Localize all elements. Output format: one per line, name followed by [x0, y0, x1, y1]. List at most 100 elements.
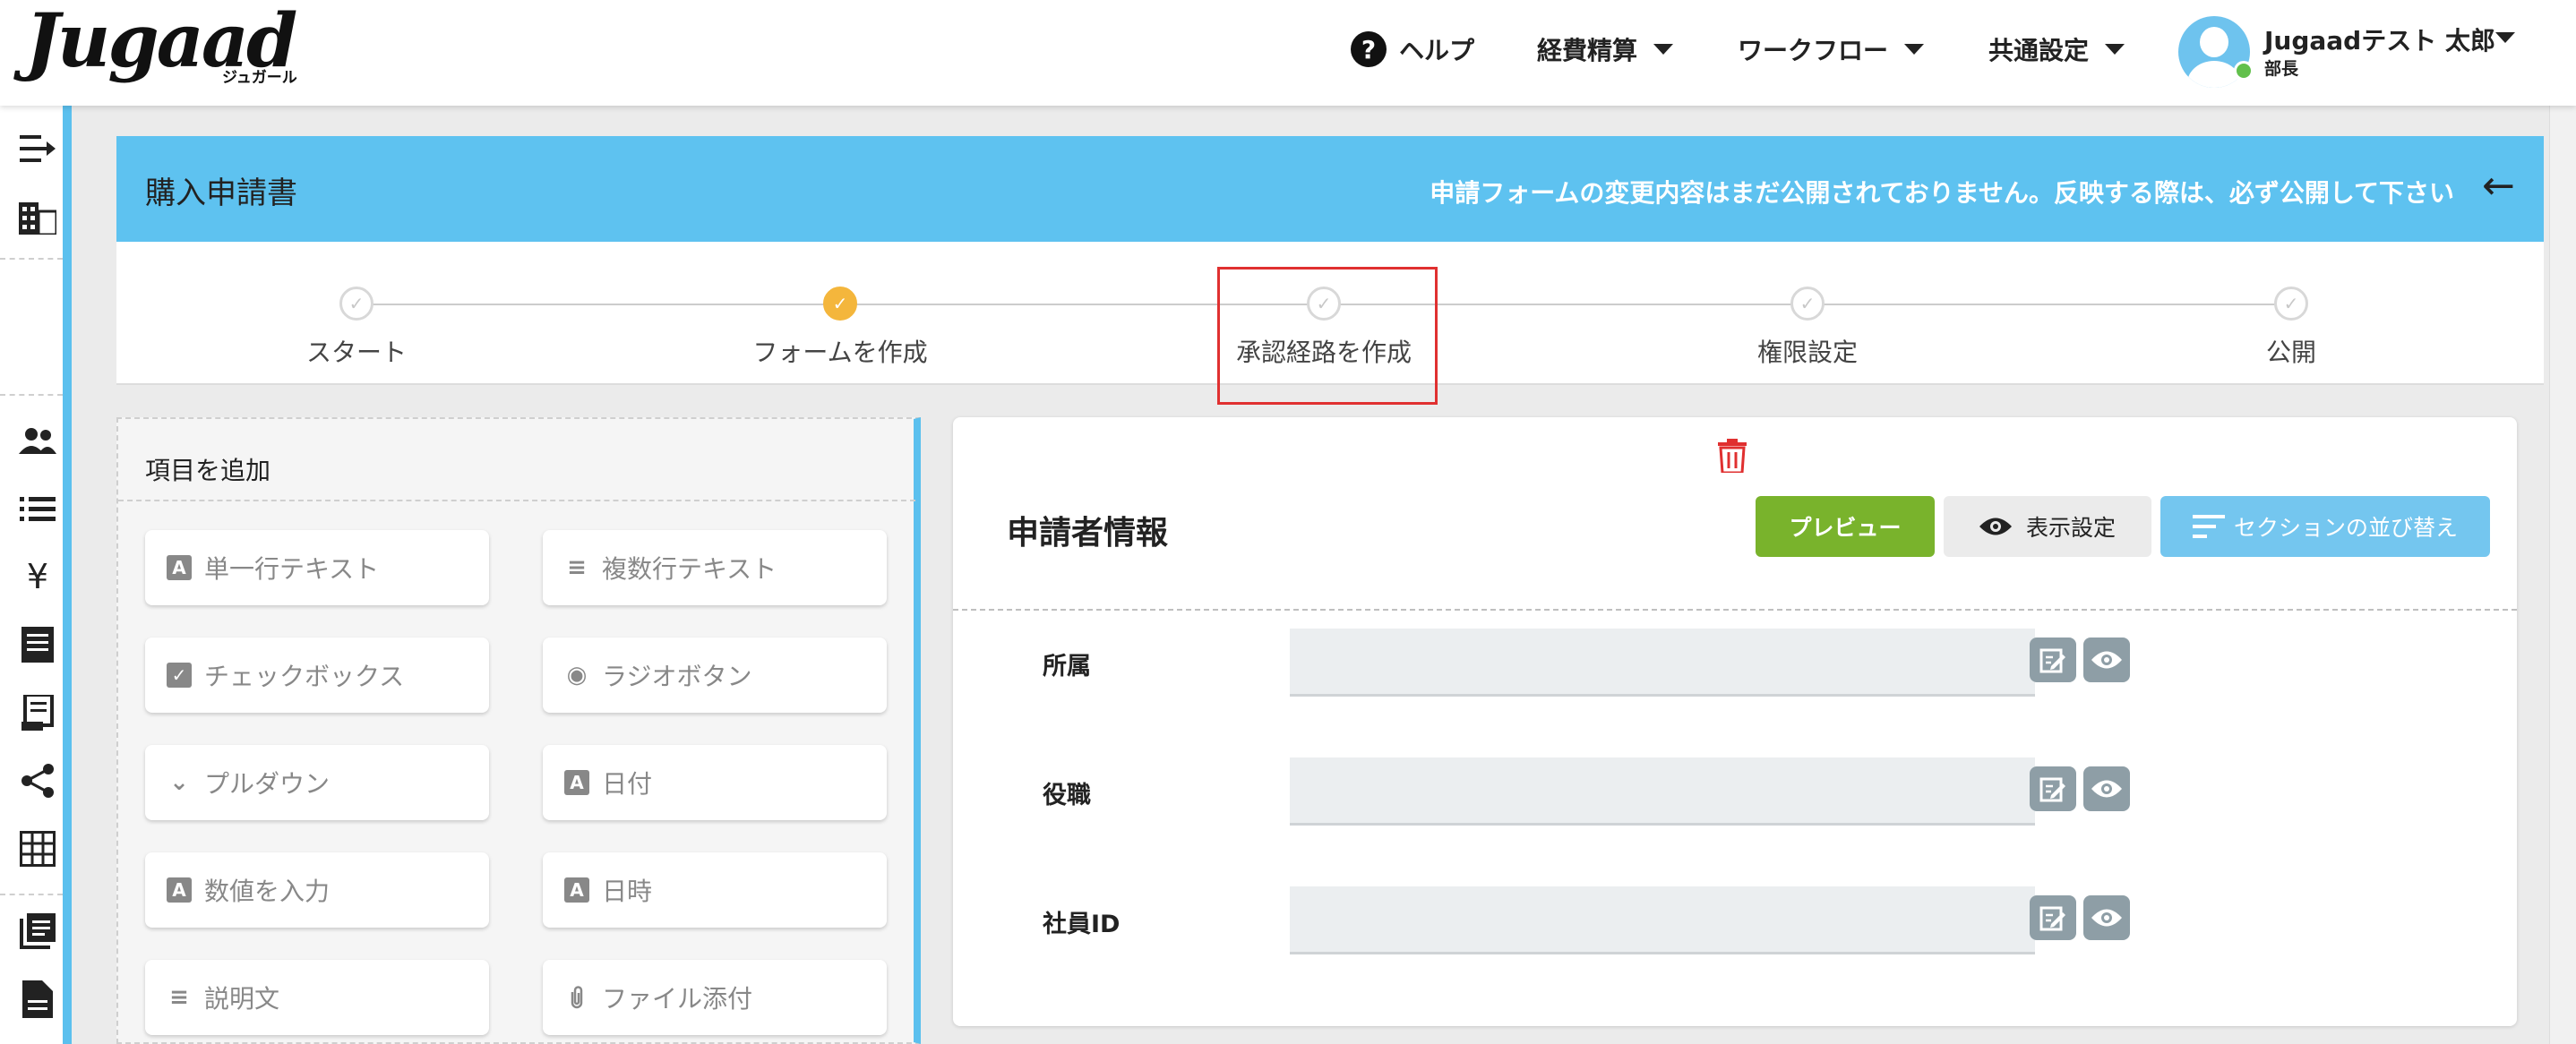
chevron-down-icon: [1904, 44, 1925, 55]
step-check-icon: ✓: [2274, 287, 2308, 321]
grid-icon[interactable]: [16, 827, 59, 870]
field-button-label: ラジオボタン: [602, 662, 752, 691]
add-date-button[interactable]: A 日付: [543, 745, 887, 820]
add-description-button[interactable]: ≡ 説明文: [145, 960, 489, 1035]
nav-common-settings[interactable]: 共通設定: [1988, 27, 2125, 72]
user-role: 部長: [2264, 59, 2299, 79]
avatar-head: [2200, 27, 2228, 57]
eye-icon[interactable]: [2083, 638, 2130, 682]
step-create-form[interactable]: ✓ フォームを作成: [706, 287, 975, 369]
jugaad-logo[interactable]: Jugaad ジュガール: [25, 0, 303, 93]
add-datetime-button[interactable]: A 日時: [543, 852, 887, 928]
field-label: 役職: [1043, 782, 1091, 809]
receipt-icon[interactable]: [16, 623, 59, 666]
document-icon[interactable]: [16, 978, 59, 1021]
reorder-sections-label: セクションの並び替え: [2233, 515, 2458, 541]
user-name[interactable]: Jugaadテスト 太郎: [2264, 21, 2495, 57]
affiliation-input[interactable]: [1290, 629, 2035, 697]
help-icon: ?: [1351, 31, 1387, 67]
step-label: スタート: [305, 338, 407, 367]
add-multi-line-text-button[interactable]: ≡ 複数行テキスト: [543, 530, 887, 605]
nav-expense[interactable]: 経費精算: [1537, 27, 1674, 72]
lines-icon: ≡: [567, 554, 587, 581]
help-link[interactable]: ? ヘルプ: [1351, 27, 1474, 72]
paperclip-icon: [564, 985, 589, 1010]
add-file-attachment-button[interactable]: ファイル添付: [543, 960, 887, 1035]
add-single-line-text-button[interactable]: A 単一行テキスト: [145, 530, 489, 605]
employee-id-input[interactable]: [1290, 886, 2035, 954]
step-check-icon: ✓: [823, 287, 857, 321]
page-title: 購入申請書: [145, 175, 297, 211]
step-label: 公開: [2265, 338, 2316, 367]
page-scrollbar[interactable]: [2549, 106, 2576, 1044]
people-icon[interactable]: [16, 419, 59, 462]
step-check-icon: ✓: [339, 287, 374, 321]
step-label: 権限設定: [1756, 338, 1858, 367]
field-row-employee-id: 社員ID: [953, 886, 2517, 967]
field-button-label: 単一行テキスト: [204, 554, 380, 584]
chevron-down-icon: ⌄: [169, 769, 189, 796]
online-status-dot: [2234, 61, 2254, 81]
nav-workflow[interactable]: ワークフロー: [1738, 27, 1925, 72]
menu-arrow-icon[interactable]: [16, 127, 59, 170]
field-button-label: 日時: [602, 877, 653, 906]
list-icon[interactable]: [16, 487, 59, 530]
unpublished-notice: 申請フォームの変更内容はまだ公開されておりません。反映する際は、必ず公開して下さ…: [1430, 178, 2454, 208]
chevron-down-icon: [1653, 44, 1674, 55]
eye-icon[interactable]: [2083, 895, 2130, 940]
position-input[interactable]: [1290, 757, 2035, 826]
text-a-icon: A: [167, 877, 192, 903]
avatar-body: [2187, 61, 2241, 88]
nav-common-settings-label: 共通設定: [1988, 36, 2090, 65]
step-permissions[interactable]: ✓ 権限設定: [1673, 287, 1942, 369]
left-sidebar: ¥: [0, 106, 72, 1044]
nav-workflow-label: ワークフロー: [1738, 36, 1889, 65]
back-arrow-icon[interactable]: ←: [2482, 163, 2515, 209]
field-label: 所属: [1043, 653, 1091, 680]
field-button-label: 説明文: [204, 984, 280, 1014]
reorder-sections-button[interactable]: セクションの並び替え: [2160, 496, 2490, 557]
yen-icon[interactable]: ¥: [16, 555, 59, 598]
form-title-bar: 購入申請書 申請フォームの変更内容はまだ公開されておりません。反映する際は、必ず…: [116, 136, 2544, 242]
add-checkbox-button[interactable]: ✓ チェックボックス: [145, 638, 489, 713]
preview-button[interactable]: プレビュー: [1756, 496, 1935, 557]
eye-icon[interactable]: [2083, 766, 2130, 811]
text-a-icon: A: [167, 555, 192, 580]
text-a-icon: A: [564, 770, 589, 795]
field-button-label: プルダウン: [204, 769, 331, 799]
trash-icon[interactable]: [1718, 439, 1747, 481]
step-publish[interactable]: ✓ 公開: [2157, 287, 2426, 369]
add-dropdown-button[interactable]: ⌄ プルダウン: [145, 745, 489, 820]
sort-icon: [2192, 515, 2225, 538]
section-editor-panel: 申請者情報 プレビュー 表示設定 セクションの並び替え 所属 役職 社員ID: [953, 417, 2517, 1026]
field-button-label: 日付: [602, 769, 653, 799]
sidebar-divider: [0, 394, 63, 396]
invoice-icon[interactable]: [16, 691, 59, 734]
section-divider: [953, 609, 2517, 611]
step-start[interactable]: ✓ スタート: [222, 287, 491, 369]
share-icon[interactable]: [16, 759, 59, 802]
display-settings-label: 表示設定: [2025, 515, 2116, 541]
edit-icon[interactable]: [2030, 766, 2076, 811]
radio-icon: ◉: [566, 662, 588, 689]
checkbox-icon: ✓: [167, 663, 192, 688]
book-icon[interactable]: [16, 910, 59, 953]
help-label: ヘルプ: [1399, 36, 1475, 65]
user-menu-chevron-icon[interactable]: [2495, 32, 2515, 43]
top-header: Jugaad ジュガール ? ヘルプ 経費精算 ワークフロー 共通設定 Juga…: [0, 0, 2576, 106]
edit-icon[interactable]: [2030, 638, 2076, 682]
add-number-button[interactable]: A 数値を入力: [145, 852, 489, 928]
add-radio-button[interactable]: ◉ ラジオボタン: [543, 638, 887, 713]
sidebar-divider: [0, 894, 63, 895]
chevron-down-icon: [2105, 44, 2125, 55]
text-a-icon: A: [564, 877, 589, 903]
display-settings-button[interactable]: 表示設定: [1944, 496, 2151, 557]
nav-expense-label: 経費精算: [1537, 36, 1638, 65]
add-field-panel: 項目を追加 A 単一行テキスト ≡ 複数行テキスト ✓ チェックボックス ◉ ラ…: [116, 417, 921, 1044]
edit-icon[interactable]: [2030, 895, 2076, 940]
field-button-label: チェックボックス: [204, 662, 405, 691]
eye-icon: [1979, 517, 2012, 536]
step-check-icon: ✓: [1790, 287, 1825, 321]
panel-divider: [118, 500, 915, 501]
building-icon[interactable]: [16, 195, 59, 238]
